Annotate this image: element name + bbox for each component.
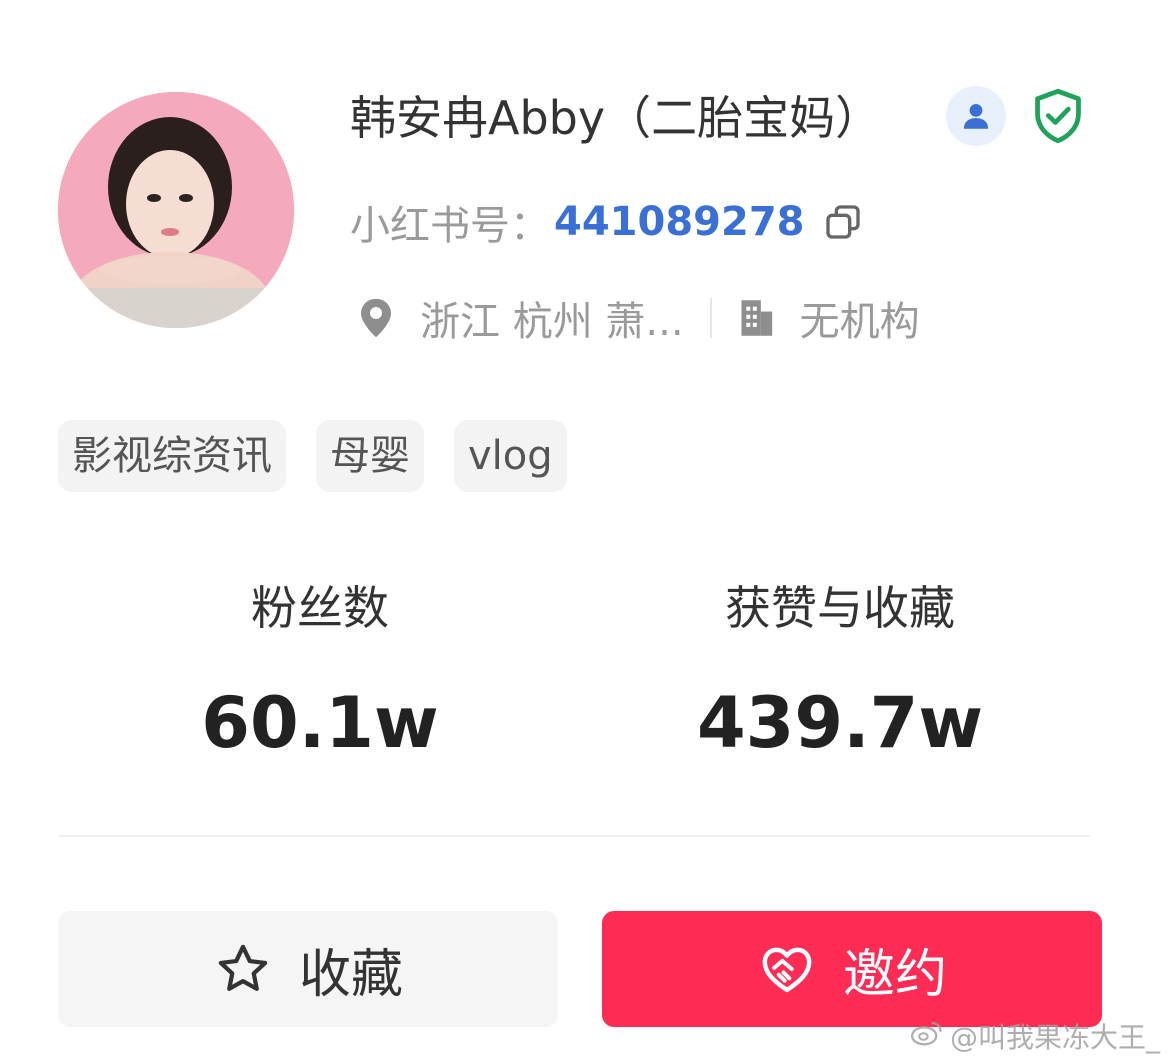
organization-text: 无机构 — [799, 299, 920, 345]
account-id-value: 441089278 — [554, 199, 805, 245]
handshake-heart-icon — [757, 939, 817, 999]
watermark: @叫我果冻大王_ — [910, 1016, 1160, 1056]
account-id-label: 小红书号： — [350, 203, 550, 249]
verified-shield-icon — [1030, 86, 1086, 146]
location-text: 浙江 杭州 萧... — [420, 299, 684, 345]
account-id-row: 小红书号： 441089278 — [350, 192, 863, 252]
person-icon[interactable] — [946, 86, 1006, 146]
fans-label: 粉丝数 — [251, 581, 389, 635]
watermark-text: @叫我果冻大王_ — [949, 1021, 1160, 1054]
collect-button[interactable]: 收藏 — [58, 911, 558, 1027]
likes-value: 439.7w — [696, 682, 984, 764]
creator-profile-card: 韩安冉Abby（二胎宝妈） 小红书号： 441089278 浙江 杭州 萧...… — [0, 0, 1170, 1064]
invite-button[interactable]: 邀约 — [602, 911, 1102, 1027]
star-icon — [213, 939, 273, 999]
tag-item[interactable]: 影视综资讯 — [58, 420, 286, 492]
fans-value: 60.1w — [201, 682, 439, 764]
location-pin-icon — [354, 296, 398, 340]
invite-label: 邀约 — [842, 944, 947, 1005]
location-row: 浙江 杭州 萧... 无机构 — [354, 288, 920, 348]
likes-label: 获赞与收藏 — [725, 581, 955, 635]
section-divider — [58, 835, 1090, 837]
avatar[interactable] — [58, 92, 294, 328]
tag-item[interactable]: 母婴 — [316, 420, 424, 492]
collect-label: 收藏 — [298, 944, 403, 1005]
building-icon — [734, 296, 778, 340]
creator-name: 韩安冉Abby（二胎宝妈） — [350, 91, 882, 145]
fans-stat: 粉丝数 60.1w — [170, 578, 470, 768]
tag-item[interactable]: vlog — [454, 420, 567, 492]
tag-list: 影视综资讯 母婴 vlog — [58, 420, 567, 492]
weibo-icon — [910, 1018, 944, 1055]
copy-icon[interactable] — [823, 202, 863, 242]
divider — [709, 298, 712, 338]
likes-stat: 获赞与收藏 439.7w — [690, 578, 990, 768]
